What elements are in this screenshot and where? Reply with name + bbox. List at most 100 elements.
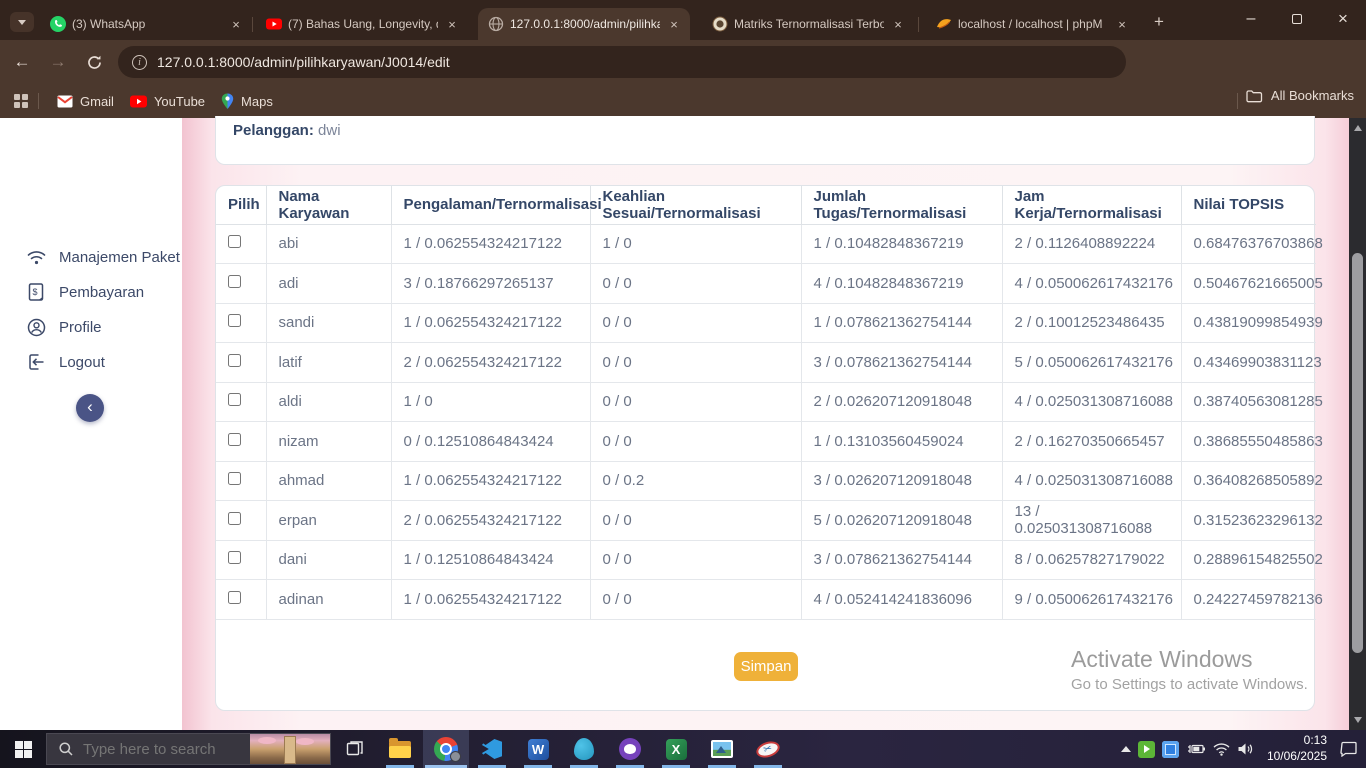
- tab-whatsapp[interactable]: (3) WhatsApp: [40, 8, 252, 40]
- bookmark-maps[interactable]: Maps: [213, 89, 281, 114]
- sidebar-item-logout[interactable]: Logout: [0, 347, 182, 377]
- scroll-down-icon[interactable]: [1349, 712, 1366, 728]
- taskbar-search[interactable]: [46, 733, 331, 765]
- action-center-icon[interactable]: [1340, 730, 1358, 768]
- topsis-table: Pilih Nama Karyawan Pengalaman/Ternormal…: [216, 186, 1316, 620]
- cell-name: latif: [266, 343, 391, 383]
- cell-tugas: 1 / 0.078621362754144: [801, 303, 1002, 343]
- taskbar-app-file-explorer[interactable]: [377, 730, 423, 768]
- cell-jam: 5 / 0.050062617432176: [1002, 343, 1181, 383]
- tab-close-icon[interactable]: [666, 16, 682, 32]
- cell-jam: 2 / 0.10012523486435: [1002, 303, 1181, 343]
- sidebar-item-profile[interactable]: Profile: [0, 312, 182, 342]
- word-icon: [528, 739, 549, 760]
- cell-topsis: 0.31523623296132: [1181, 501, 1316, 541]
- restore-icon[interactable]: [1274, 0, 1320, 38]
- task-view-button[interactable]: [331, 730, 377, 768]
- select-row-checkbox[interactable]: [228, 512, 241, 525]
- maps-pin-icon: [221, 93, 234, 110]
- site-info-icon[interactable]: [132, 55, 147, 70]
- taskbar-clock[interactable]: 0:13 10/06/2025: [1261, 733, 1333, 764]
- cell-topsis: 0.36408268505892: [1181, 461, 1316, 501]
- tab-close-icon[interactable]: [228, 16, 244, 32]
- cell-keahlian: 0 / 0: [590, 264, 801, 304]
- sidebar-item-manajemen-paket[interactable]: Manajemen Paket: [0, 242, 182, 272]
- select-row-checkbox[interactable]: [228, 393, 241, 406]
- phpmyadmin-icon: [936, 16, 952, 32]
- select-row-checkbox[interactable]: [228, 354, 241, 367]
- reload-icon[interactable]: [80, 48, 108, 76]
- page-scrollbar[interactable]: [1349, 118, 1366, 730]
- tab-separator: [918, 17, 919, 32]
- table-row: ahmad 1 / 0.062554324217122 0 / 0.2 3 / …: [216, 461, 1316, 501]
- taskbar-app-github[interactable]: [607, 730, 653, 768]
- github-icon: [619, 738, 641, 760]
- address-bar[interactable]: 127.0.0.1:8000/admin/pilihkaryawan/J0014…: [118, 46, 1126, 78]
- table-row: adinan 1 / 0.062554324217122 0 / 0 4 / 0…: [216, 580, 1316, 620]
- tab-matriks[interactable]: Matriks Ternormalisasi Terbo: [702, 8, 914, 40]
- table-row: adi 3 / 0.18766297265137 0 / 0 4 / 0.104…: [216, 264, 1316, 304]
- bookmark-gmail[interactable]: Gmail: [49, 90, 122, 113]
- taskbar-app-mongodb[interactable]: [561, 730, 607, 768]
- save-button[interactable]: Simpan: [734, 652, 798, 681]
- customer-card: Pelanggan: dwi: [215, 116, 1315, 165]
- taskbar-app-excel[interactable]: [653, 730, 699, 768]
- battery-icon[interactable]: [1186, 730, 1206, 768]
- tab-active-pilihkaryawan[interactable]: 127.0.0.1:8000/admin/pilihka: [478, 8, 690, 40]
- cell-jam: 9 / 0.050062617432176: [1002, 580, 1181, 620]
- youtube-icon: [266, 16, 282, 32]
- taskbar-app-snipping-tool[interactable]: [745, 730, 791, 768]
- search-daily-image[interactable]: [250, 734, 330, 764]
- browser-toolbar: 127.0.0.1:8000/admin/pilihkaryawan/J0014…: [0, 40, 1366, 84]
- table-row: latif 2 / 0.062554324217122 0 / 0 3 / 0.…: [216, 343, 1316, 383]
- cell-name: nizam: [266, 422, 391, 462]
- back-icon[interactable]: [8, 48, 36, 76]
- select-row-checkbox[interactable]: [228, 433, 241, 446]
- tab-separator: [252, 17, 253, 32]
- cell-topsis: 0.68476376703868: [1181, 224, 1316, 264]
- taskbar-app-word[interactable]: [515, 730, 561, 768]
- taskbar-app-vscode[interactable]: [469, 730, 515, 768]
- select-row-checkbox[interactable]: [228, 551, 241, 564]
- tray-expand-chevron-icon[interactable]: [1121, 730, 1131, 768]
- speaker-icon[interactable]: [1237, 730, 1254, 768]
- new-tab-button[interactable]: [1148, 11, 1170, 33]
- cell-pengalaman: 1 / 0.062554324217122: [391, 461, 590, 501]
- tab-search-icon[interactable]: [10, 12, 34, 32]
- sidebar-collapse-button[interactable]: [76, 394, 104, 422]
- minimize-icon[interactable]: [1228, 0, 1274, 38]
- tab-youtube[interactable]: (7) Bahas Uang, Longevity, d: [256, 8, 468, 40]
- window-controls: [1228, 0, 1366, 38]
- scrollbar-thumb[interactable]: [1352, 253, 1363, 653]
- cell-tugas: 3 / 0.078621362754144: [801, 343, 1002, 383]
- tab-close-icon[interactable]: [1114, 16, 1130, 32]
- select-row-checkbox[interactable]: [228, 235, 241, 248]
- tab-close-icon[interactable]: [444, 16, 460, 32]
- taskbar-app-photos[interactable]: [699, 730, 745, 768]
- all-bookmarks-button[interactable]: All Bookmarks: [1246, 88, 1354, 103]
- sidebar-item-pembayaran[interactable]: $ Pembayaran: [0, 277, 182, 307]
- header-topsis: Nilai TOPSIS: [1181, 186, 1316, 224]
- tab-close-icon[interactable]: [890, 16, 906, 32]
- select-row-checkbox[interactable]: [228, 314, 241, 327]
- vscode-icon: [482, 739, 502, 759]
- apps-grid-icon[interactable]: [14, 94, 28, 108]
- tray-blue-app-icon[interactable]: [1162, 730, 1179, 768]
- select-row-checkbox[interactable]: [228, 275, 241, 288]
- tray-green-app-icon[interactable]: [1138, 730, 1155, 768]
- bookmark-label: Maps: [241, 94, 273, 109]
- close-icon[interactable]: [1320, 0, 1366, 38]
- start-button[interactable]: [0, 730, 46, 768]
- select-row-checkbox[interactable]: [228, 472, 241, 485]
- customer-label: Pelanggan:: [233, 122, 314, 139]
- bookmark-youtube[interactable]: YouTube: [122, 90, 213, 113]
- tab-phpmyadmin[interactable]: localhost / localhost | phpM: [926, 8, 1138, 40]
- forward-icon[interactable]: [44, 48, 72, 76]
- cell-tugas: 3 / 0.078621362754144: [801, 540, 1002, 580]
- globe-icon: [488, 16, 504, 32]
- taskbar-app-chrome[interactable]: [423, 730, 469, 768]
- select-row-checkbox[interactable]: [228, 591, 241, 604]
- wifi-icon[interactable]: [1213, 730, 1230, 768]
- gmail-icon: [57, 95, 73, 108]
- scroll-up-icon[interactable]: [1349, 120, 1366, 136]
